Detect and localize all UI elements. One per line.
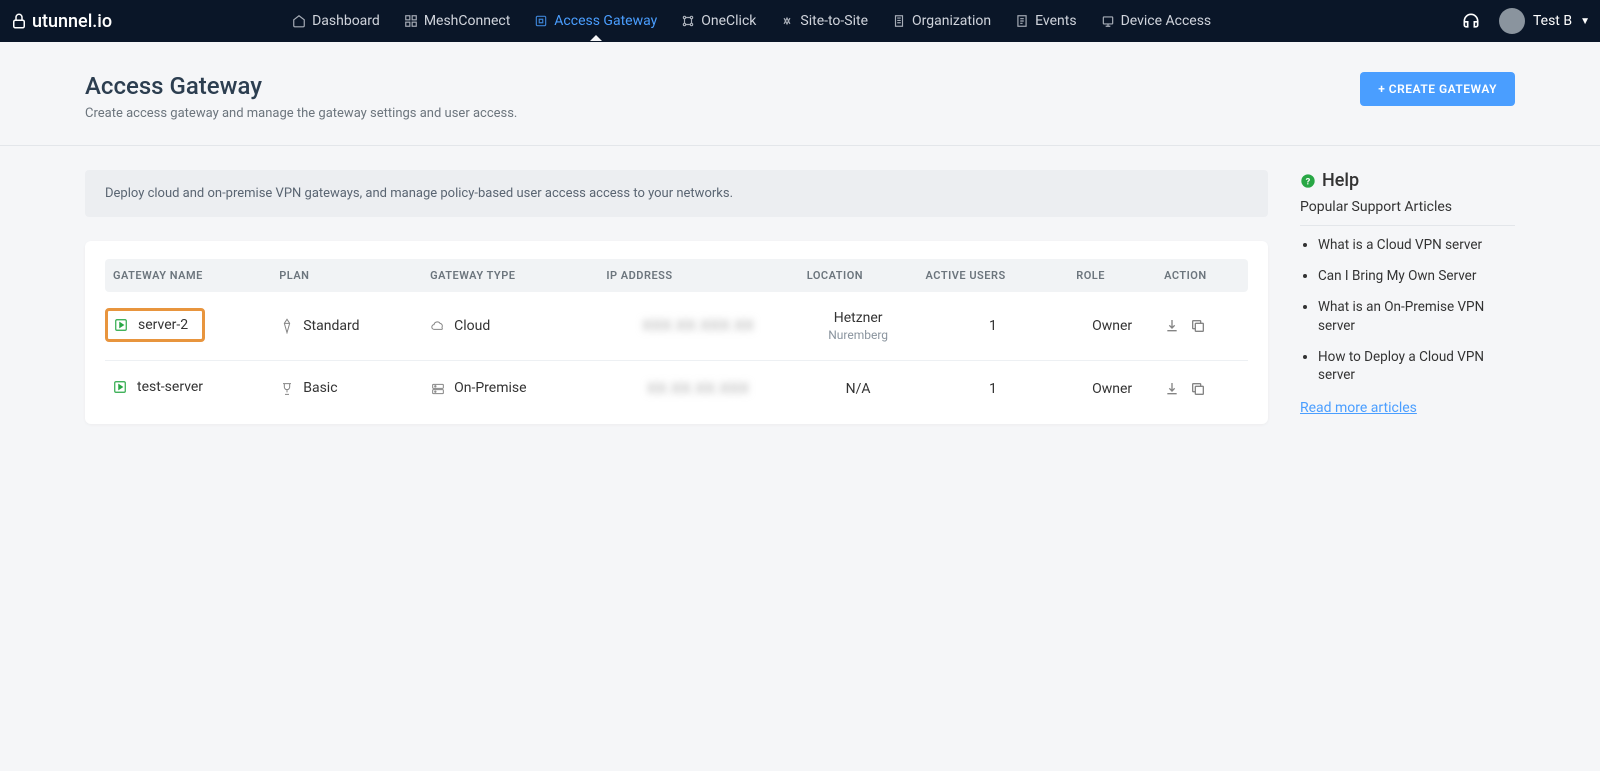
role-cell: Owner: [1068, 361, 1156, 417]
avatar: [1499, 8, 1525, 34]
diamond-icon: [279, 318, 295, 334]
nav-item-meshconnect[interactable]: MeshConnect: [404, 2, 510, 40]
gateway-icon: [534, 14, 548, 28]
help-article-link[interactable]: Can I Bring My Own Server: [1318, 267, 1515, 286]
help-title: ? Help: [1300, 170, 1515, 191]
page-title: Access Gateway: [85, 72, 517, 100]
brand-text: utunnel.io: [32, 11, 112, 32]
chevron-down-icon: ▼: [1580, 16, 1590, 27]
help-article-link[interactable]: How to Deploy a Cloud VPN server: [1318, 348, 1515, 386]
column-header: GATEWAY TYPE: [422, 259, 598, 292]
read-more-link[interactable]: Read more articles: [1300, 400, 1417, 416]
column-header: ROLE: [1068, 259, 1156, 292]
gateway-table: GATEWAY NAMEPLANGATEWAY TYPEIP ADDRESSLO…: [105, 259, 1248, 416]
info-banner: Deploy cloud and on-premise VPN gateways…: [85, 170, 1268, 217]
download-icon[interactable]: [1164, 381, 1180, 397]
copy-icon[interactable]: [1190, 318, 1206, 334]
type-cell: On-Premise: [422, 361, 598, 417]
help-article-link[interactable]: What is an On-Premise VPN server: [1318, 298, 1515, 336]
nav-item-oneclick[interactable]: OneClick: [681, 2, 756, 40]
role-cell: Owner: [1068, 292, 1156, 361]
gateway-table-card: GATEWAY NAMEPLANGATEWAY TYPEIP ADDRESSLO…: [85, 241, 1268, 424]
lock-icon: [10, 12, 28, 30]
location-cell: N/A: [799, 361, 918, 417]
main-column: Deploy cloud and on-premise VPN gateways…: [85, 170, 1268, 424]
page-subtitle: Create access gateway and manage the gat…: [85, 106, 517, 121]
help-article-link[interactable]: What is a Cloud VPN server: [1318, 236, 1515, 255]
nav-item-site-to-site[interactable]: Site-to-Site: [780, 2, 868, 40]
oneclick-icon: [681, 14, 695, 28]
home-icon: [292, 14, 306, 28]
nav-item-organization[interactable]: Organization: [892, 2, 991, 40]
column-header: IP ADDRESS: [598, 259, 798, 292]
active-users-cell: 1: [918, 361, 1069, 417]
gateway-name[interactable]: server-2: [105, 308, 205, 342]
user-name: Test B: [1533, 13, 1572, 29]
ip-cell: XXX.XX.XXX.XX: [598, 292, 798, 361]
events-icon: [1015, 14, 1029, 28]
sitesite-icon: [780, 14, 794, 28]
help-article-list: What is a Cloud VPN server Can I Bring My…: [1300, 236, 1515, 385]
create-gateway-button[interactable]: + CREATE GATEWAY: [1360, 72, 1515, 106]
page-header: Access Gateway Create access gateway and…: [0, 42, 1600, 146]
play-icon: [114, 318, 128, 332]
main-nav: Dashboard MeshConnect Access Gateway OneCli…: [292, 2, 1461, 40]
play-icon: [113, 380, 127, 394]
table-row[interactable]: test-server Basic On-Premise XX.XX.XX.XX…: [105, 361, 1248, 417]
device-icon: [1101, 14, 1115, 28]
nav-item-access-gateway[interactable]: Access Gateway: [534, 2, 657, 40]
topbar: utunnel.io Dashboard MeshConnect Access Ga…: [0, 0, 1600, 42]
active-users-cell: 1: [918, 292, 1069, 361]
content: Deploy cloud and on-premise VPN gateways…: [0, 146, 1600, 448]
svg-text:?: ?: [1306, 176, 1311, 187]
org-icon: [892, 14, 906, 28]
nav-item-device-access[interactable]: Device Access: [1101, 2, 1212, 40]
column-header: GATEWAY NAME: [105, 259, 271, 292]
nav-item-events[interactable]: Events: [1015, 2, 1076, 40]
table-row[interactable]: server-2 Standard Cloud XXX.XX.XXX.XX He…: [105, 292, 1248, 361]
user-menu[interactable]: Test B ▼: [1499, 8, 1590, 34]
cloud-icon: [430, 318, 446, 334]
nav-item-dashboard[interactable]: Dashboard: [292, 2, 380, 40]
column-header: ACTION: [1156, 259, 1248, 292]
trophy-icon: [279, 381, 295, 397]
topbar-right: Test B ▼: [1461, 8, 1590, 34]
server-icon: [430, 381, 446, 397]
type-cell: Cloud: [422, 292, 598, 361]
gateway-name[interactable]: test-server: [113, 379, 203, 395]
help-icon: ?: [1300, 173, 1316, 189]
column-header: ACTIVE USERS: [918, 259, 1069, 292]
column-header: PLAN: [271, 259, 422, 292]
column-header: LOCATION: [799, 259, 918, 292]
mesh-icon: [404, 14, 418, 28]
headset-icon[interactable]: [1461, 11, 1481, 31]
plan-cell: Standard: [271, 292, 422, 361]
location-cell: HetznerNuremberg: [799, 292, 918, 361]
copy-icon[interactable]: [1190, 381, 1206, 397]
download-icon[interactable]: [1164, 318, 1180, 334]
help-panel: ? Help Popular Support Articles What is …: [1300, 170, 1515, 416]
row-actions: [1164, 381, 1240, 397]
ip-cell: XX.XX.XX.XXX: [598, 361, 798, 417]
help-subtitle: Popular Support Articles: [1300, 199, 1515, 226]
plan-cell: Basic: [271, 361, 422, 417]
brand-logo[interactable]: utunnel.io: [10, 11, 112, 32]
row-actions: [1164, 318, 1240, 334]
